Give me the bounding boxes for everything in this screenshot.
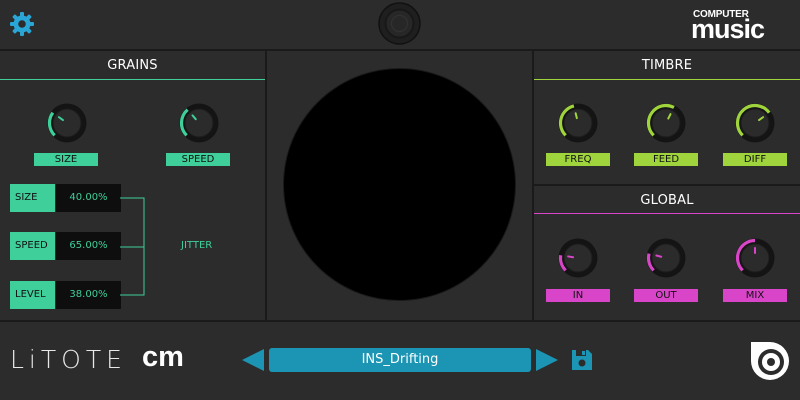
vinyl-logo-icon: [751, 342, 789, 380]
preset-next-button[interactable]: [535, 348, 559, 372]
knob-body: [651, 243, 681, 273]
knob-body: [563, 243, 593, 273]
jitter-size-label: SIZE: [10, 184, 55, 212]
timbre-panel: TIMBRE FREQ FEED DIFF: [534, 51, 800, 184]
grains-title-underline: [0, 79, 265, 80]
jitter-level-label: LEVEL: [10, 281, 55, 309]
timbre-feed-label: FEED: [634, 153, 698, 166]
jitter-speed-label: SPEED: [10, 232, 55, 260]
jitter-speed-value[interactable]: 65.00%: [56, 232, 121, 260]
grain-display[interactable]: [284, 69, 515, 300]
timbre-title: TIMBRE: [641, 58, 693, 73]
grains-size-knob[interactable]: [45, 101, 89, 145]
knob-body: [563, 108, 593, 138]
circle-button-icon: [378, 2, 421, 45]
preset-name: INS_Drifting: [361, 352, 439, 367]
grains-panel: GRAINS SIZE SPEED SIZE 40.00% SPEED 65.0…: [0, 51, 265, 320]
global-in-label: IN: [546, 289, 610, 302]
floppy-disk-icon: [572, 350, 592, 370]
knob-pointer: [655, 254, 663, 258]
plugin-name: LiTOTE: [10, 345, 127, 374]
arrow-left-icon: [242, 349, 264, 371]
gear-icon: [10, 12, 34, 36]
global-mix-label: MIX: [723, 289, 787, 302]
jitter-bracket: [120, 197, 145, 296]
center-toggle-button[interactable]: [378, 2, 421, 45]
global-title-underline: [534, 213, 800, 214]
timbre-title-underline: [534, 79, 800, 80]
jitter-size-value[interactable]: 40.00%: [56, 184, 121, 212]
vendor-logo: [750, 341, 790, 381]
settings-button[interactable]: [8, 10, 36, 38]
global-out-label: OUT: [634, 289, 698, 302]
global-out-knob[interactable]: [644, 236, 688, 280]
save-preset-button[interactable]: [571, 349, 593, 371]
global-mix-knob[interactable]: [733, 236, 777, 280]
global-title: GLOBAL: [640, 193, 694, 208]
preset-prev-button[interactable]: [241, 348, 265, 372]
knob-body: [740, 108, 770, 138]
plugin-logo: LiTOTE cm: [10, 341, 200, 377]
jitter-label: JITTER: [181, 240, 213, 251]
timbre-diff-label: DIFF: [723, 153, 787, 166]
jitter-level-value[interactable]: 38.00%: [56, 281, 121, 309]
preset-selector[interactable]: INS_Drifting: [269, 348, 531, 372]
divider-left: [265, 49, 267, 321]
timbre-feed-knob[interactable]: [644, 101, 688, 145]
timbre-diff-knob[interactable]: [733, 101, 777, 145]
grains-title: GRAINS: [107, 58, 158, 73]
grains-speed-knob[interactable]: [177, 101, 221, 145]
knob-body: [52, 108, 82, 138]
knob-body: [184, 108, 214, 138]
computer-music-logo: COMPUTER music: [690, 9, 790, 44]
grains-size-label: SIZE: [34, 153, 98, 166]
timbre-freq-knob[interactable]: [556, 101, 600, 145]
knob-pointer: [574, 112, 578, 120]
plugin-suffix: cm: [142, 341, 184, 373]
brand-line2: music: [691, 14, 765, 44]
arrow-right-icon: [536, 349, 558, 371]
knob-body: [651, 108, 681, 138]
knob-pointer: [567, 255, 575, 259]
global-in-knob[interactable]: [556, 236, 600, 280]
timbre-freq-label: FREQ: [546, 153, 610, 166]
grains-speed-label: SPEED: [166, 153, 230, 166]
global-panel: GLOBAL IN OUT MIX: [534, 186, 800, 320]
